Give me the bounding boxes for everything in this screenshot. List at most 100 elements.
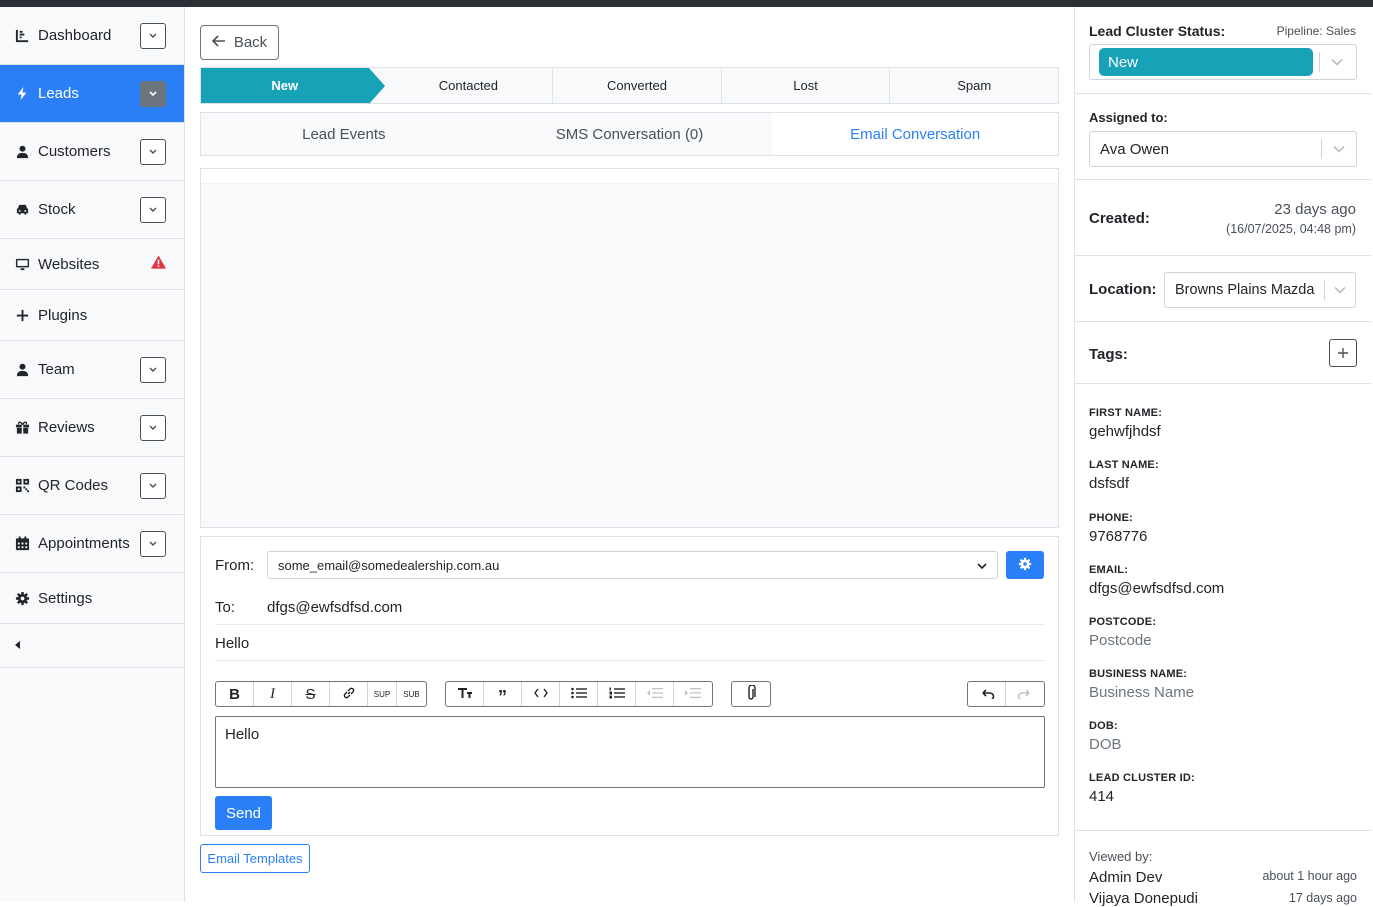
- sidebar-item-leads[interactable]: Leads: [0, 65, 184, 123]
- heading-button[interactable]: [446, 682, 484, 706]
- italic-button[interactable]: I: [254, 682, 292, 706]
- user-icon: [14, 144, 30, 160]
- dob-field[interactable]: DOB: DOB: [1089, 720, 1122, 753]
- attach-file-button[interactable]: [732, 682, 770, 706]
- subscript-button[interactable]: SUB: [397, 682, 426, 706]
- viewer-name: Admin Dev: [1089, 869, 1163, 886]
- business-name-field[interactable]: BUSINESS NAME: Business Name: [1089, 668, 1194, 701]
- sidebar-item-label: QR Codes: [38, 477, 109, 494]
- pipeline-stages: New Contacted Converted Lost Spam: [200, 67, 1059, 104]
- sidebar-item-label: Dashboard: [38, 27, 112, 44]
- sidebar-item-label: Team: [38, 361, 75, 378]
- back-button[interactable]: Back: [200, 25, 279, 60]
- format-group: B I S SUP SUB: [215, 681, 427, 707]
- stage-converted[interactable]: Converted: [553, 68, 722, 103]
- chevron-down-icon[interactable]: [140, 356, 166, 383]
- sidebar-item-qr-codes[interactable]: QR Codes: [0, 457, 184, 515]
- chevron-down-icon[interactable]: [140, 472, 166, 499]
- text-height-icon: [457, 687, 473, 702]
- sidebar-item-stock[interactable]: Stock: [0, 181, 184, 239]
- status-section: Lead Cluster Status: Pipeline: Sales New: [1075, 7, 1371, 94]
- location-select[interactable]: Browns Plains Mazda: [1164, 272, 1356, 308]
- subject-field[interactable]: Hello: [215, 627, 1045, 661]
- numbered-list-button[interactable]: [598, 682, 636, 706]
- indent-button[interactable]: [674, 682, 712, 706]
- tab-sms-conversation[interactable]: SMS Conversation (0): [487, 113, 773, 155]
- stage-contacted[interactable]: Contacted: [369, 68, 554, 103]
- sidebar-item-dashboard[interactable]: Dashboard: [0, 7, 184, 65]
- phone-field[interactable]: PHONE: 9768776: [1089, 512, 1147, 545]
- bold-button[interactable]: B: [216, 682, 254, 706]
- bullet-list-button[interactable]: [560, 682, 598, 706]
- chevron-down-icon[interactable]: [140, 414, 166, 441]
- field-label: DOB:: [1089, 720, 1118, 732]
- email-conversation-area: [200, 168, 1059, 528]
- email-body-editor[interactable]: Hello: [215, 716, 1045, 788]
- from-label: From:: [215, 556, 255, 574]
- send-button[interactable]: Send: [215, 796, 272, 830]
- postcode-field[interactable]: POSTCODE: Postcode: [1089, 616, 1156, 649]
- chevron-down-icon[interactable]: [140, 196, 166, 223]
- email-templates-button[interactable]: Email Templates: [200, 844, 310, 873]
- sidebar-item-plugins[interactable]: Plugins: [0, 290, 184, 341]
- sidebar-item-team[interactable]: Team: [0, 341, 184, 399]
- bolt-icon: [14, 86, 30, 102]
- tab-lead-events[interactable]: Lead Events: [201, 113, 487, 155]
- chevron-down-icon[interactable]: [140, 80, 166, 107]
- quote-button[interactable]: ”: [484, 682, 522, 706]
- last-name-field[interactable]: LAST NAME: dsfsdf: [1089, 459, 1159, 492]
- plus-icon: [14, 307, 30, 323]
- chevron-down-icon[interactable]: [140, 138, 166, 165]
- to-value: dfgs@ewfsdfsd.com: [267, 599, 403, 616]
- paperclip-icon: [746, 683, 756, 704]
- sidebar-item-reviews[interactable]: Reviews: [0, 399, 184, 457]
- history-group: [967, 681, 1045, 707]
- viewer-time: about 1 hour ago: [1262, 869, 1357, 883]
- redo-button[interactable]: [1006, 682, 1044, 706]
- sidebar-item-customers[interactable]: Customers: [0, 123, 184, 181]
- main-content: Back New Contacted Converted Lost Spam L…: [185, 7, 1074, 902]
- email-compose-form: From: some_email@somedealership.com.au T…: [200, 536, 1059, 836]
- sidebar-collapse-button[interactable]: [0, 624, 184, 668]
- superscript-button[interactable]: SUP: [368, 682, 397, 706]
- created-absolute: (16/07/2025, 04:48 pm): [1226, 222, 1356, 236]
- email-settings-button[interactable]: [1006, 551, 1044, 579]
- email-field[interactable]: EMAIL: dfgs@ewfsdfsd.com: [1089, 564, 1224, 597]
- stage-spam[interactable]: Spam: [890, 68, 1058, 103]
- from-value: some_email@somedealership.com.au: [278, 557, 500, 573]
- quote-icon: ”: [498, 687, 507, 707]
- status-select[interactable]: New: [1089, 44, 1357, 80]
- sidebar-item-websites[interactable]: Websites: [0, 239, 184, 290]
- sidebar-item-appointments[interactable]: Appointments: [0, 515, 184, 573]
- add-tag-button[interactable]: [1329, 339, 1357, 367]
- block-group: ”: [445, 681, 713, 707]
- link-button[interactable]: [330, 682, 368, 706]
- field-label: LAST NAME:: [1089, 459, 1159, 471]
- sidebar-item-settings[interactable]: Settings: [0, 573, 184, 624]
- created-relative: 23 days ago: [1274, 201, 1356, 218]
- assigned-section: Assigned to: Ava Owen: [1075, 94, 1371, 180]
- top-bar: [0, 0, 1373, 7]
- field-label: LEAD CLUSTER ID:: [1089, 772, 1195, 784]
- code-button[interactable]: [522, 682, 560, 706]
- assigned-select[interactable]: Ava Owen: [1089, 131, 1357, 167]
- undo-button[interactable]: [968, 682, 1006, 706]
- strikethrough-icon: S: [305, 685, 316, 703]
- outdent-button[interactable]: [636, 682, 674, 706]
- chevron-down-icon[interactable]: [140, 530, 166, 557]
- strikethrough-button[interactable]: S: [292, 682, 330, 706]
- chevron-down-icon[interactable]: [140, 22, 166, 49]
- tags-section: Tags:: [1075, 322, 1371, 384]
- sidebar-item-label: Websites: [38, 255, 100, 273]
- sidebar-item-label: Appointments: [38, 535, 130, 552]
- from-select[interactable]: some_email@somedealership.com.au: [267, 551, 998, 579]
- chevron-down-icon: [1320, 58, 1354, 66]
- sidebar-item-label: Stock: [38, 201, 76, 218]
- stage-lost[interactable]: Lost: [722, 68, 891, 103]
- conversation-tabs: Lead Events SMS Conversation (0) Email C…: [200, 112, 1059, 156]
- first-name-field[interactable]: FIRST NAME: gehwfjhdsf: [1089, 407, 1162, 440]
- stage-new[interactable]: New: [201, 68, 385, 104]
- tab-email-conversation[interactable]: Email Conversation: [772, 113, 1059, 155]
- chart-line-icon: [14, 28, 30, 44]
- field-value: 9768776: [1089, 528, 1148, 545]
